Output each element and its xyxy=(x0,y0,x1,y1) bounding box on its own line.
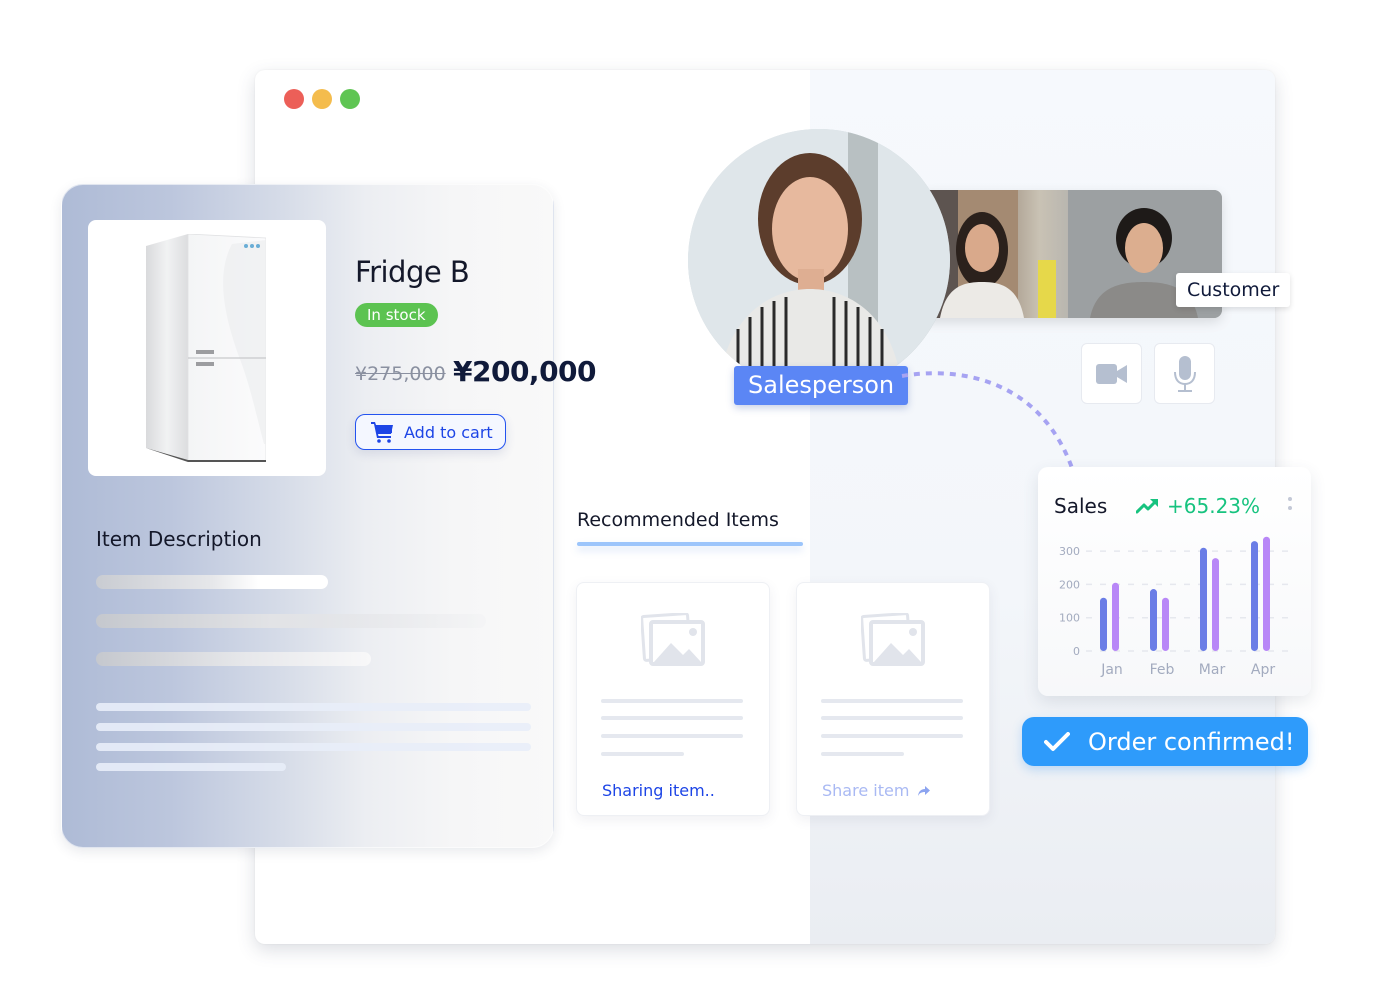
dashed-connector xyxy=(901,371,1074,469)
sales-growth-value: +65.23% xyxy=(1167,494,1261,518)
share-item-button[interactable]: Share item xyxy=(822,781,931,800)
placeholder-line xyxy=(601,699,743,703)
add-to-cart-button[interactable]: Add to cart xyxy=(355,414,506,450)
sales-growth: +65.23% xyxy=(1136,494,1260,518)
x-tick-label: Apr xyxy=(1251,662,1275,678)
sale-price: ¥200,000 xyxy=(453,355,597,388)
bar-mar-a xyxy=(1200,547,1207,651)
customer-label: Customer xyxy=(1176,273,1291,307)
share-item-label: Share item xyxy=(822,781,910,800)
trending-up-icon xyxy=(1136,499,1158,514)
description-line xyxy=(96,763,286,771)
recommended-items-title: Recommended Items xyxy=(577,509,779,531)
checkmark-icon xyxy=(1044,731,1070,751)
microphone-icon xyxy=(1173,355,1196,392)
recommended-item-card[interactable]: Sharing item.. xyxy=(576,582,770,816)
sharing-item-link[interactable]: Sharing item.. xyxy=(602,781,715,800)
x-tick-label: Jan xyxy=(1100,662,1123,678)
placeholder-line xyxy=(821,716,963,720)
recommended-item-card[interactable]: Share item xyxy=(796,582,990,816)
description-line xyxy=(96,743,531,751)
placeholder-line xyxy=(821,752,904,756)
loading-shimmer-line xyxy=(96,652,371,666)
description-line xyxy=(96,723,531,731)
bar-apr-b xyxy=(1263,536,1270,651)
placeholder-line xyxy=(821,699,963,703)
salesperson-label: Salesperson xyxy=(734,366,909,405)
loading-shimmer-line xyxy=(96,614,486,628)
shopping-cart-icon xyxy=(371,422,393,443)
share-arrow-icon xyxy=(918,785,931,796)
y-tick-label: 100 xyxy=(1059,612,1080,625)
image-placeholder-icon xyxy=(861,613,925,666)
item-description-title: Item Description xyxy=(96,527,262,551)
camera-toggle-button[interactable] xyxy=(1081,343,1142,404)
placeholder-line xyxy=(601,734,743,738)
bar-apr-a xyxy=(1251,541,1258,651)
bar-feb-a xyxy=(1150,589,1157,651)
bar-jan-a xyxy=(1100,597,1107,651)
description-line xyxy=(96,703,531,711)
maximize-window-button[interactable] xyxy=(340,89,360,109)
placeholder-line xyxy=(821,734,963,738)
x-tick-label: Mar xyxy=(1199,662,1226,678)
recommended-tab-indicator xyxy=(577,542,803,546)
product-title: Fridge B xyxy=(355,255,470,289)
placeholder-line xyxy=(601,716,743,720)
order-confirmed-label: Order confirmed! xyxy=(1088,727,1295,756)
image-placeholder-icon xyxy=(641,613,705,666)
loading-shimmer-line xyxy=(96,575,328,589)
kebab-menu-icon[interactable] xyxy=(1287,497,1293,513)
x-tick-label: Feb xyxy=(1150,662,1175,678)
stock-status-badge: In stock xyxy=(355,303,438,327)
y-tick-label: 300 xyxy=(1059,545,1080,558)
add-to-cart-label: Add to cart xyxy=(404,422,493,442)
sales-title: Sales xyxy=(1054,494,1108,518)
placeholder-line xyxy=(601,752,684,756)
sales-chart-card: 0 100 200 300 Jan Feb Mar Apr Sales +65.23% xyxy=(1038,467,1311,696)
original-price: ¥275,000 xyxy=(355,363,446,385)
bar-feb-b xyxy=(1162,597,1169,651)
product-image xyxy=(88,220,326,476)
y-tick-label: 200 xyxy=(1059,578,1080,591)
sharing-item-label: Sharing item.. xyxy=(602,781,715,800)
product-card: Fridge B In stock ¥275,000 ¥200,000 Add … xyxy=(61,184,597,848)
minimize-window-button[interactable] xyxy=(312,89,332,109)
salesperson-video-image xyxy=(688,129,950,391)
video-camera-icon xyxy=(1095,363,1127,384)
salesperson-video-feed xyxy=(688,129,950,391)
close-window-button[interactable] xyxy=(284,89,304,109)
bar-jan-b xyxy=(1112,582,1119,651)
fridge-image xyxy=(146,234,266,462)
microphone-toggle-button[interactable] xyxy=(1154,343,1215,404)
order-confirmed-toast: Order confirmed! xyxy=(1022,717,1308,766)
window-controls xyxy=(284,89,360,109)
y-tick-label: 0 xyxy=(1073,645,1080,658)
bar-mar-b xyxy=(1212,558,1219,651)
